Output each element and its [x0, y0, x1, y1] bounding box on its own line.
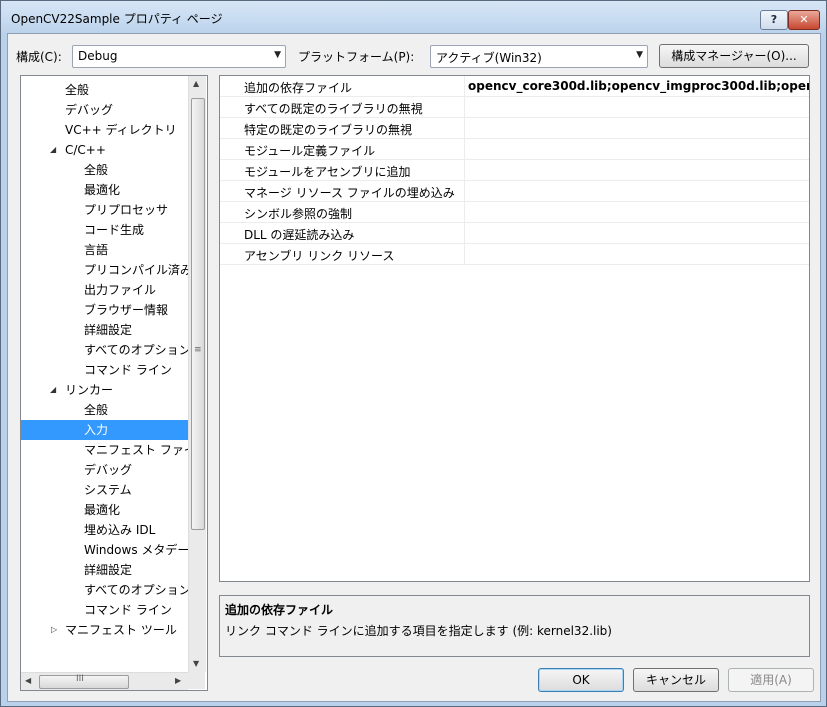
scroll-down-icon[interactable]: ▼ — [193, 659, 199, 668]
property-row[interactable]: アセンブリ リンク リソース — [220, 244, 809, 265]
description-title: 追加の依存ファイル — [225, 603, 334, 617]
tree-item-cpp[interactable]: C/C++ — [65, 140, 106, 160]
tree-item-code-generation[interactable]: コード生成 — [84, 220, 144, 240]
tree-item-linker[interactable]: リンカー — [65, 380, 113, 400]
tree-item-debugging[interactable]: デバッグ — [65, 100, 113, 120]
platform-dropdown[interactable]: アクティブ(Win32) ▼ — [430, 45, 648, 68]
tree-item-windows-metadata[interactable]: Windows メタデー — [84, 540, 189, 560]
property-row[interactable]: 特定の既定のライブラリの無視 — [220, 118, 809, 139]
tree-item-browse-info[interactable]: ブラウザー情報 — [84, 300, 168, 320]
tree-item-output-files[interactable]: 出力ファイル — [84, 280, 156, 300]
description-text: リンク コマンド ラインに追加する項目を指定します (例: kernel32.l… — [225, 624, 612, 638]
config-manager-button[interactable]: 構成マネージャー(O)... — [659, 44, 809, 68]
platform-dropdown-value: アクティブ(Win32) — [436, 51, 542, 65]
window-title: OpenCV22Sample プロパティ ページ — [11, 12, 223, 26]
tree-item-embedded-idl[interactable]: 埋め込み IDL — [84, 520, 155, 540]
cancel-button[interactable]: キャンセル — [633, 668, 719, 692]
tree-item-linker-advanced[interactable]: 詳細設定 — [84, 560, 132, 580]
property-name: アセンブリ リンク リソース — [244, 249, 395, 263]
help-button[interactable]: ? — [760, 10, 788, 30]
dialog-body: 構成(C): Debug ▼ プラットフォーム(P): アクティブ(Win32)… — [7, 33, 821, 702]
tree-item-preprocessor[interactable]: プリプロセッサ — [84, 200, 168, 220]
tree-item-vc-directories[interactable]: VC++ ディレクトリ — [65, 120, 177, 140]
tree-item-cpp-command-line[interactable]: コマンド ライン — [84, 360, 172, 380]
tree-item-cpp-optimization[interactable]: 最適化 — [84, 180, 120, 200]
tree-item-cpp-advanced[interactable]: 詳細設定 — [84, 320, 132, 340]
tree-item-linker-optimization[interactable]: 最適化 — [84, 500, 120, 520]
property-row[interactable]: モジュールをアセンブリに追加 — [220, 160, 809, 181]
collapse-arrow-icon[interactable]: ◢ — [50, 140, 56, 160]
tree-item-linker-command-line[interactable]: コマンド ライン — [84, 600, 172, 620]
config-label: 構成(C): — [16, 50, 62, 64]
expand-arrow-icon[interactable]: ▷ — [51, 620, 57, 640]
tree-item-precompiled-headers[interactable]: プリコンパイル済み — [84, 260, 192, 280]
property-row[interactable]: モジュール定義ファイル — [220, 139, 809, 160]
property-value[interactable]: opencv_core300d.lib;opencv_imgproc300d.l… — [468, 79, 809, 93]
tree-vertical-scrollbar[interactable]: ▲ ≡ ▼ — [188, 76, 206, 672]
config-dropdown[interactable]: Debug ▼ — [72, 45, 286, 68]
tree-item-system[interactable]: システム — [84, 480, 132, 500]
property-name: モジュールをアセンブリに追加 — [244, 165, 411, 179]
property-row[interactable]: DLL の遅延読み込み — [220, 223, 809, 244]
chevron-down-icon: ▼ — [274, 50, 281, 60]
property-tree[interactable]: 全般 デバッグ VC++ ディレクトリ ◢ C/C++ 全般 最適化 プリプロセ… — [20, 75, 208, 691]
tree-item-manifest-file[interactable]: マニフェスト ファイ — [84, 440, 196, 460]
tree-item-linker-input-label: 入力 — [84, 423, 109, 437]
property-name: シンボル参照の強制 — [244, 207, 353, 221]
tree-item-linker-input[interactable]: 入力 — [21, 420, 188, 440]
title-bar[interactable]: OpenCV22Sample プロパティ ページ ? ✕ — [1, 1, 826, 33]
tree-item-language[interactable]: 言語 — [84, 240, 108, 260]
property-name: 特定の既定のライブラリの無視 — [244, 123, 413, 137]
scroll-left-icon[interactable]: ◀ — [25, 676, 31, 685]
scroll-grip-icon: III — [76, 674, 84, 684]
property-name: マネージ リソース ファイルの埋め込み — [244, 186, 455, 200]
tree-item-manifest-tool[interactable]: マニフェスト ツール — [65, 620, 177, 640]
property-name: DLL の遅延読み込み — [244, 228, 355, 242]
scrollbar-corner — [188, 672, 205, 689]
tree-item-linker-debugging[interactable]: デバッグ — [84, 460, 132, 480]
close-button[interactable]: ✕ — [788, 10, 820, 30]
chevron-down-icon: ▼ — [636, 50, 643, 60]
config-dropdown-value: Debug — [78, 49, 118, 63]
property-name: モジュール定義ファイル — [244, 144, 376, 158]
tree-item-general[interactable]: 全般 — [65, 80, 89, 100]
tree-horizontal-scroll-thumb[interactable]: III — [39, 674, 129, 689]
property-grid[interactable]: 追加の依存ファイル opencv_core300d.lib;opencv_img… — [219, 75, 810, 582]
property-row[interactable]: すべての既定のライブラリの無視 — [220, 97, 809, 118]
tree-item-linker-general[interactable]: 全般 — [84, 400, 108, 420]
property-row[interactable]: 追加の依存ファイル opencv_core300d.lib;opencv_img… — [220, 76, 809, 97]
ok-button[interactable]: OK — [538, 668, 624, 692]
tree-item-linker-all-options[interactable]: すべてのオプション — [84, 580, 191, 600]
scroll-right-icon[interactable]: ▶ — [175, 676, 181, 685]
tree-vertical-scroll-thumb[interactable]: ≡ — [191, 98, 205, 530]
tree-item-cpp-all-options[interactable]: すべてのオプション — [84, 340, 191, 360]
collapse-arrow-icon[interactable]: ◢ — [50, 380, 56, 400]
scroll-grip-icon: ≡ — [194, 345, 202, 355]
property-name: すべての既定のライブラリの無視 — [244, 102, 423, 116]
description-panel: 追加の依存ファイル リンク コマンド ラインに追加する項目を指定します (例: … — [219, 595, 810, 657]
platform-label: プラットフォーム(P): — [298, 50, 415, 64]
apply-button[interactable]: 適用(A) — [728, 668, 814, 692]
property-name: 追加の依存ファイル — [244, 81, 353, 95]
property-row[interactable]: シンボル参照の強制 — [220, 202, 809, 223]
tree-horizontal-scrollbar[interactable]: ◀ III ▶ — [21, 672, 188, 690]
properties-window: OpenCV22Sample プロパティ ページ ? ✕ 構成(C): Debu… — [0, 0, 827, 707]
property-row[interactable]: マネージ リソース ファイルの埋め込み — [220, 181, 809, 202]
tree-item-cpp-general[interactable]: 全般 — [84, 160, 108, 180]
scroll-up-icon[interactable]: ▲ — [193, 79, 199, 88]
